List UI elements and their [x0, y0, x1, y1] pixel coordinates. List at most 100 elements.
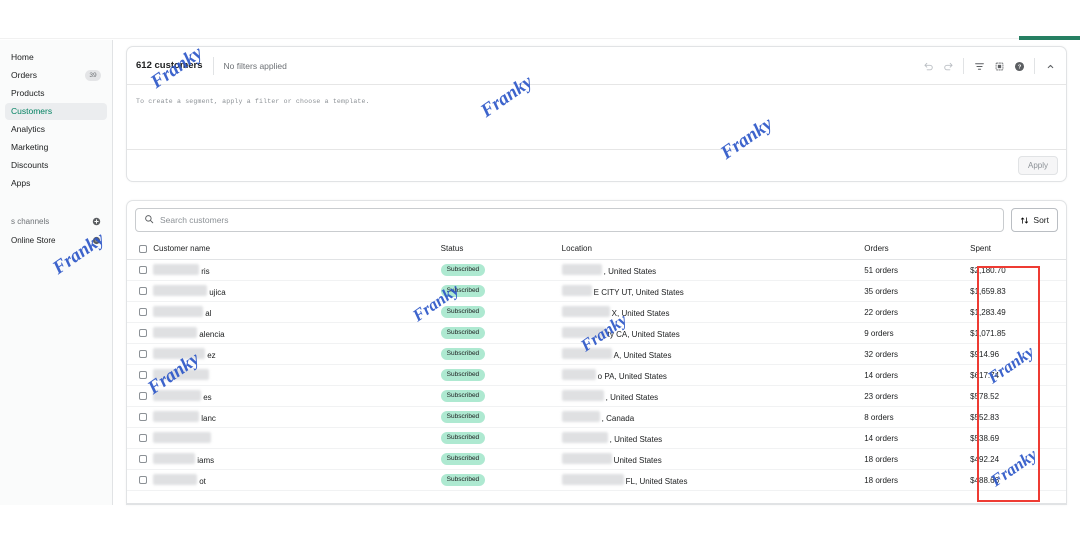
- cell-spent: $914.96: [970, 343, 1066, 365]
- sidebar-item-discounts[interactable]: Discounts: [5, 157, 107, 174]
- row-checkbox[interactable]: [139, 476, 147, 484]
- sidebar-online-store[interactable]: Online Store: [5, 232, 107, 249]
- table-row[interactable]: ujica Subscribed E CITY UT, United States 3…: [127, 280, 1066, 302]
- row-checkbox[interactable]: [139, 350, 147, 358]
- table-row[interactable]: al Subscribed X, United States 22 orders $1,…: [127, 301, 1066, 323]
- sidebar-item-badge: 39: [85, 70, 101, 81]
- column-status[interactable]: Status: [440, 239, 562, 260]
- row-checkbox[interactable]: [139, 371, 147, 379]
- cell-orders: 51 orders: [864, 259, 971, 281]
- customer-name-fragment: ez: [207, 351, 216, 360]
- sort-button[interactable]: Sort: [1011, 208, 1058, 232]
- segment-header: 612 customers No filters applied ?: [127, 47, 1066, 85]
- sidebar-sales-channels[interactable]: s channels: [5, 213, 107, 230]
- column-orders[interactable]: Orders: [864, 239, 971, 260]
- table-row[interactable]: ot Subscribed FL, United States 18 orders $4…: [127, 469, 1066, 491]
- table-row[interactable]: es Subscribed , United States 23 orders $578…: [127, 385, 1066, 407]
- location-fragment: E CITY UT, United States: [593, 288, 684, 297]
- cell-customer-name[interactable]: [153, 364, 441, 386]
- cell-customer-name[interactable]: alencia: [153, 322, 441, 344]
- cell-orders: 8 orders: [864, 406, 971, 428]
- cell-location: , United States: [561, 259, 865, 281]
- sidebar-item-label: Marketing: [11, 142, 49, 152]
- filter-icon[interactable]: [969, 56, 989, 76]
- select-all-header: [127, 239, 154, 260]
- sidebar-item-products[interactable]: Products: [5, 85, 107, 102]
- row-checkbox[interactable]: [139, 413, 147, 421]
- row-checkbox[interactable]: [139, 455, 147, 463]
- table-row[interactable]: alencia Subscribed ty CA, United States 9 o…: [127, 322, 1066, 344]
- select-all-checkbox[interactable]: [139, 244, 147, 253]
- table-row[interactable]: iams Subscribed United States 18 orders $492…: [127, 448, 1066, 470]
- row-select-cell: [127, 427, 154, 449]
- redacted-name: [153, 327, 198, 338]
- cell-location: FL, United States: [561, 469, 865, 491]
- cell-orders: 23 orders: [864, 385, 971, 407]
- plus-circle-icon[interactable]: [92, 217, 101, 226]
- status-badge: Subscribed: [440, 474, 486, 486]
- eye-icon[interactable]: [92, 236, 101, 245]
- sidebar-item-orders[interactable]: Orders 39: [5, 67, 107, 84]
- location-fragment: , Canada: [601, 414, 635, 423]
- row-checkbox[interactable]: [139, 392, 147, 400]
- cell-customer-name[interactable]: ris: [153, 259, 441, 281]
- cell-customer-name[interactable]: al: [153, 301, 441, 323]
- segment-hint: To create a segment, apply a filter or c…: [136, 98, 370, 105]
- cell-customer-name[interactable]: es: [153, 385, 441, 407]
- cell-customer-name[interactable]: ez: [153, 343, 441, 365]
- sidebar-item-marketing[interactable]: Marketing: [5, 139, 107, 156]
- column-customer-name[interactable]: Customer name: [153, 239, 441, 260]
- cell-orders: 35 orders: [864, 280, 971, 302]
- cell-customer-name[interactable]: [153, 427, 441, 449]
- redacted-name: [153, 285, 208, 296]
- row-checkbox[interactable]: [139, 266, 147, 274]
- header-divider: [212, 56, 214, 75]
- redacted-name: [153, 369, 210, 380]
- cell-customer-name[interactable]: lanc: [153, 406, 441, 428]
- search-customers-field[interactable]: [135, 208, 1005, 232]
- sidebar-item-home[interactable]: Home: [5, 49, 107, 66]
- table-row[interactable]: Subscribed o PA, United States 14 orders $6…: [127, 364, 1066, 386]
- customers-table: Customer name Status Location Orders Spe…: [127, 239, 1066, 491]
- cell-status: Subscribed: [440, 364, 562, 386]
- redacted-name: [153, 390, 202, 401]
- cell-location: , Canada: [561, 406, 865, 428]
- row-checkbox[interactable]: [139, 287, 147, 295]
- cell-customer-name[interactable]: iams: [153, 448, 441, 470]
- chevron-up-icon[interactable]: [1040, 56, 1060, 76]
- row-checkbox[interactable]: [139, 308, 147, 316]
- search-input[interactable]: [160, 215, 996, 225]
- cell-location: United States: [561, 448, 865, 470]
- template-icon[interactable]: [989, 56, 1009, 76]
- table-row[interactable]: ez Subscribed A, United States 32 orders $91…: [127, 343, 1066, 365]
- sort-label: Sort: [1033, 215, 1049, 225]
- sidebar-item-apps[interactable]: Apps: [5, 175, 107, 192]
- column-spent[interactable]: Spent: [970, 239, 1066, 260]
- help-icon[interactable]: ?: [1009, 56, 1029, 76]
- filters-status: No filters applied: [223, 60, 287, 71]
- row-checkbox[interactable]: [139, 434, 147, 442]
- row-checkbox[interactable]: [139, 329, 147, 337]
- column-location[interactable]: Location: [561, 239, 865, 260]
- table-row[interactable]: Subscribed , United States 14 orders $538.6…: [127, 427, 1066, 449]
- sidebar-item-analytics[interactable]: Analytics: [5, 121, 107, 138]
- row-select-cell: [127, 259, 154, 281]
- status-badge: Subscribed: [440, 453, 486, 465]
- table-row[interactable]: lanc Subscribed , Canada 8 orders $552.83: [127, 406, 1066, 428]
- apply-button[interactable]: Apply: [1017, 156, 1058, 175]
- location-fragment: X, United States: [611, 309, 670, 318]
- customer-name-fragment: es: [203, 393, 212, 402]
- row-select-cell: [127, 469, 154, 491]
- table-row[interactable]: ris Subscribed , United States 51 orders $2,…: [127, 259, 1066, 281]
- row-select-cell: [127, 385, 154, 407]
- actions-divider: [963, 58, 964, 74]
- customer-name-fragment: al: [205, 309, 212, 318]
- cell-customer-name[interactable]: ot: [153, 469, 441, 491]
- redo-icon[interactable]: [938, 56, 958, 76]
- cell-customer-name[interactable]: ujica: [153, 280, 441, 302]
- location-fragment: ty CA, United States: [607, 330, 680, 339]
- customer-name-fragment: lanc: [201, 414, 216, 423]
- undo-icon[interactable]: [918, 56, 938, 76]
- sidebar-item-customers[interactable]: Customers: [5, 103, 107, 120]
- cell-status: Subscribed: [440, 259, 562, 281]
